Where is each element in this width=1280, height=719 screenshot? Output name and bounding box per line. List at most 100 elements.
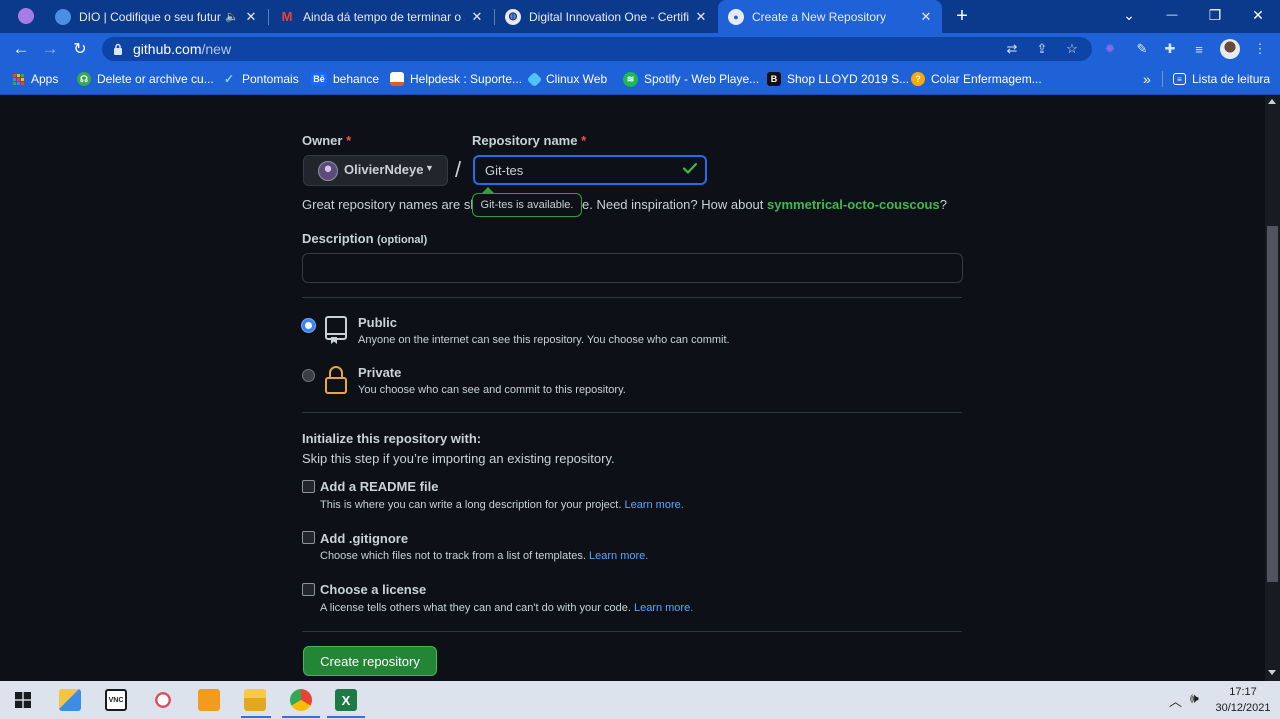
hint-text: e. Need inspiration? How about <box>582 197 764 212</box>
tab-title: Create a New Repository <box>752 9 887 24</box>
clinux-icon <box>526 71 543 87</box>
bookmark-apps[interactable]: Apps <box>13 70 58 88</box>
clock-date[interactable]: 30/12/2021 <box>1212 702 1274 714</box>
tab-search-icon[interactable] <box>18 8 34 24</box>
description-label-text: Description <box>302 231 374 246</box>
license-checkbox[interactable] <box>302 583 315 596</box>
readme-checkbox[interactable] <box>302 480 315 493</box>
gmail-icon: M <box>281 9 293 24</box>
new-tab-button[interactable]: + <box>952 4 972 28</box>
tab-digital-innovation[interactable]: ◍ Digital Innovation One - Certifica ✕ <box>495 0 717 33</box>
chrome-icon[interactable] <box>287 686 315 714</box>
reading-list-label: Lista de leitura <box>1192 72 1271 86</box>
divider <box>302 412 962 413</box>
browser-tab-strip: DIO | Codifique o seu futuro 🔈 ✕ M Ainda… <box>0 0 1280 33</box>
active-app-underline <box>327 716 365 718</box>
forward-arrow-icon[interactable]: → <box>38 37 62 61</box>
snipping-tool-icon[interactable] <box>149 686 177 714</box>
speaker-icon: 🔈 <box>225 11 239 23</box>
lock-icon[interactable] <box>113 42 123 55</box>
address-url[interactable]: github.com/new <box>133 41 231 57</box>
bookmark-shop-lloyd[interactable]: B Shop LLOYD 2019 S... <box>767 70 909 88</box>
url-domain: github.com <box>133 41 202 57</box>
gitignore-learn-more-link[interactable]: Learn more. <box>589 550 648 562</box>
scroll-down-arrow-icon[interactable] <box>1268 670 1276 675</box>
optional-tag: (optional) <box>377 234 428 246</box>
clock-time[interactable]: 17:17 <box>1218 686 1268 698</box>
repository-name-input[interactable] <box>473 155 707 185</box>
bookmarks-overflow-icon[interactable]: » <box>1143 70 1151 88</box>
tab-gmail[interactable]: M Ainda dá tempo de terminar o ar ✕ <box>269 0 493 33</box>
network-tool-icon[interactable] <box>56 686 84 714</box>
bookmark-delete-archive[interactable]: ☊ Delete or archive cu... <box>77 70 214 88</box>
restore-button[interactable]: ❐ <box>1193 0 1237 30</box>
initialize-subtitle: Skip this step if you’re importing an ex… <box>302 451 615 466</box>
close-tab-icon[interactable]: ✕ <box>693 9 709 25</box>
reload-icon[interactable]: ↻ <box>68 37 92 61</box>
close-tab-icon[interactable]: ✕ <box>918 9 934 25</box>
tab-dio[interactable]: DIO | Codifique o seu futuro 🔈 ✕ <box>45 0 267 33</box>
active-app-underline <box>241 716 271 718</box>
tab-search-dropdown-icon[interactable]: ⌄ <box>1107 0 1151 30</box>
owner-avatar <box>318 161 338 181</box>
tray-chevron-icon[interactable]: ︿ <box>1169 691 1182 710</box>
create-repository-button[interactable]: Create repository <box>303 646 437 676</box>
tab-title: Digital Innovation One - Certifica <box>529 9 689 24</box>
translate-icon[interactable]: ⇄ <box>1003 40 1021 58</box>
profile-avatar[interactable] <box>1220 39 1240 59</box>
minimize-button[interactable]: — <box>1150 0 1194 30</box>
close-tab-icon[interactable]: ✕ <box>243 9 259 25</box>
share-icon[interactable]: ⇪ <box>1033 40 1051 58</box>
bookmark-label: Apps <box>31 72 59 86</box>
bookmark-spotify[interactable]: ≋ Spotify - Web Playe... <box>623 70 759 88</box>
bookmark-star-icon[interactable]: ☆ <box>1063 40 1081 58</box>
url-path: /new <box>201 41 232 57</box>
bookmark-helpdesk[interactable]: Helpdesk : Suporte... <box>390 70 522 88</box>
extensions-puzzle-icon[interactable]: ✚ <box>1161 40 1179 58</box>
tab-create-repository[interactable]: ● Create a New Repository ✕ <box>718 0 942 33</box>
private-radio[interactable] <box>302 369 315 382</box>
owner-label-text: Owner <box>302 133 343 148</box>
bookmark-colar[interactable]: ? Colar Enfermagem... <box>911 70 1042 88</box>
lock-icon <box>325 366 347 394</box>
extension-gear-icon[interactable]: ✹ <box>1101 40 1119 58</box>
scroll-up-arrow-icon[interactable] <box>1268 99 1276 104</box>
address-bar[interactable] <box>102 37 1092 61</box>
bookmark-clinux[interactable]: Clinux Web <box>526 70 607 88</box>
excel-icon[interactable]: X <box>332 686 360 714</box>
sublime-text-icon[interactable] <box>195 686 223 714</box>
bookmark-label: Shop LLOYD 2019 S... <box>787 72 910 86</box>
volume-icon[interactable]: 🕪 <box>1190 690 1199 707</box>
bookmark-pontomais[interactable]: ✓ Pontomais <box>222 70 299 88</box>
bookmark-behance[interactable]: Bē behance <box>311 70 379 88</box>
required-asterisk: * <box>581 133 587 148</box>
owner-repo-separator: / <box>455 157 462 182</box>
scrollbar-thumb[interactable] <box>1267 226 1278 582</box>
reading-list-button[interactable]: ≡ Lista de leitura <box>1173 70 1270 88</box>
readme-learn-more-link[interactable]: Learn more. <box>624 499 683 511</box>
description-input[interactable] <box>302 253 963 283</box>
media-queue-icon[interactable]: ≡ <box>1190 40 1208 58</box>
behance-icon: Bē <box>311 72 327 86</box>
apps-grid-icon <box>13 73 24 85</box>
repository-name-label: Repository name * <box>472 133 586 148</box>
close-window-button[interactable]: ✕ <box>1236 0 1280 30</box>
vnc-viewer-icon[interactable]: VNC <box>102 686 130 714</box>
bookmark-label: Spotify - Web Playe... <box>644 72 760 86</box>
windows-start-icon[interactable] <box>9 686 37 714</box>
spotify-icon: ≋ <box>623 71 638 87</box>
gitignore-checkbox[interactable] <box>302 531 315 544</box>
file-explorer-icon[interactable] <box>241 686 269 714</box>
back-arrow-icon[interactable]: ← <box>9 37 33 61</box>
close-tab-icon[interactable]: ✕ <box>469 9 485 25</box>
readme-title: Add a README file <box>320 479 439 494</box>
menu-kebab-icon[interactable]: ⋮ <box>1251 40 1269 58</box>
public-radio[interactable] <box>302 319 315 332</box>
license-title: Choose a license <box>320 582 427 597</box>
globe-icon: ◍ <box>505 8 521 25</box>
suggested-repo-name-link[interactable]: symmetrical-octo-couscous <box>767 197 940 212</box>
license-learn-more-link[interactable]: Learn more. <box>634 602 693 614</box>
extension-pen-icon[interactable]: ✎ <box>1133 40 1151 58</box>
private-description: You choose who can see and commit to thi… <box>358 384 626 396</box>
bookmark-label: Pontomais <box>242 72 299 86</box>
